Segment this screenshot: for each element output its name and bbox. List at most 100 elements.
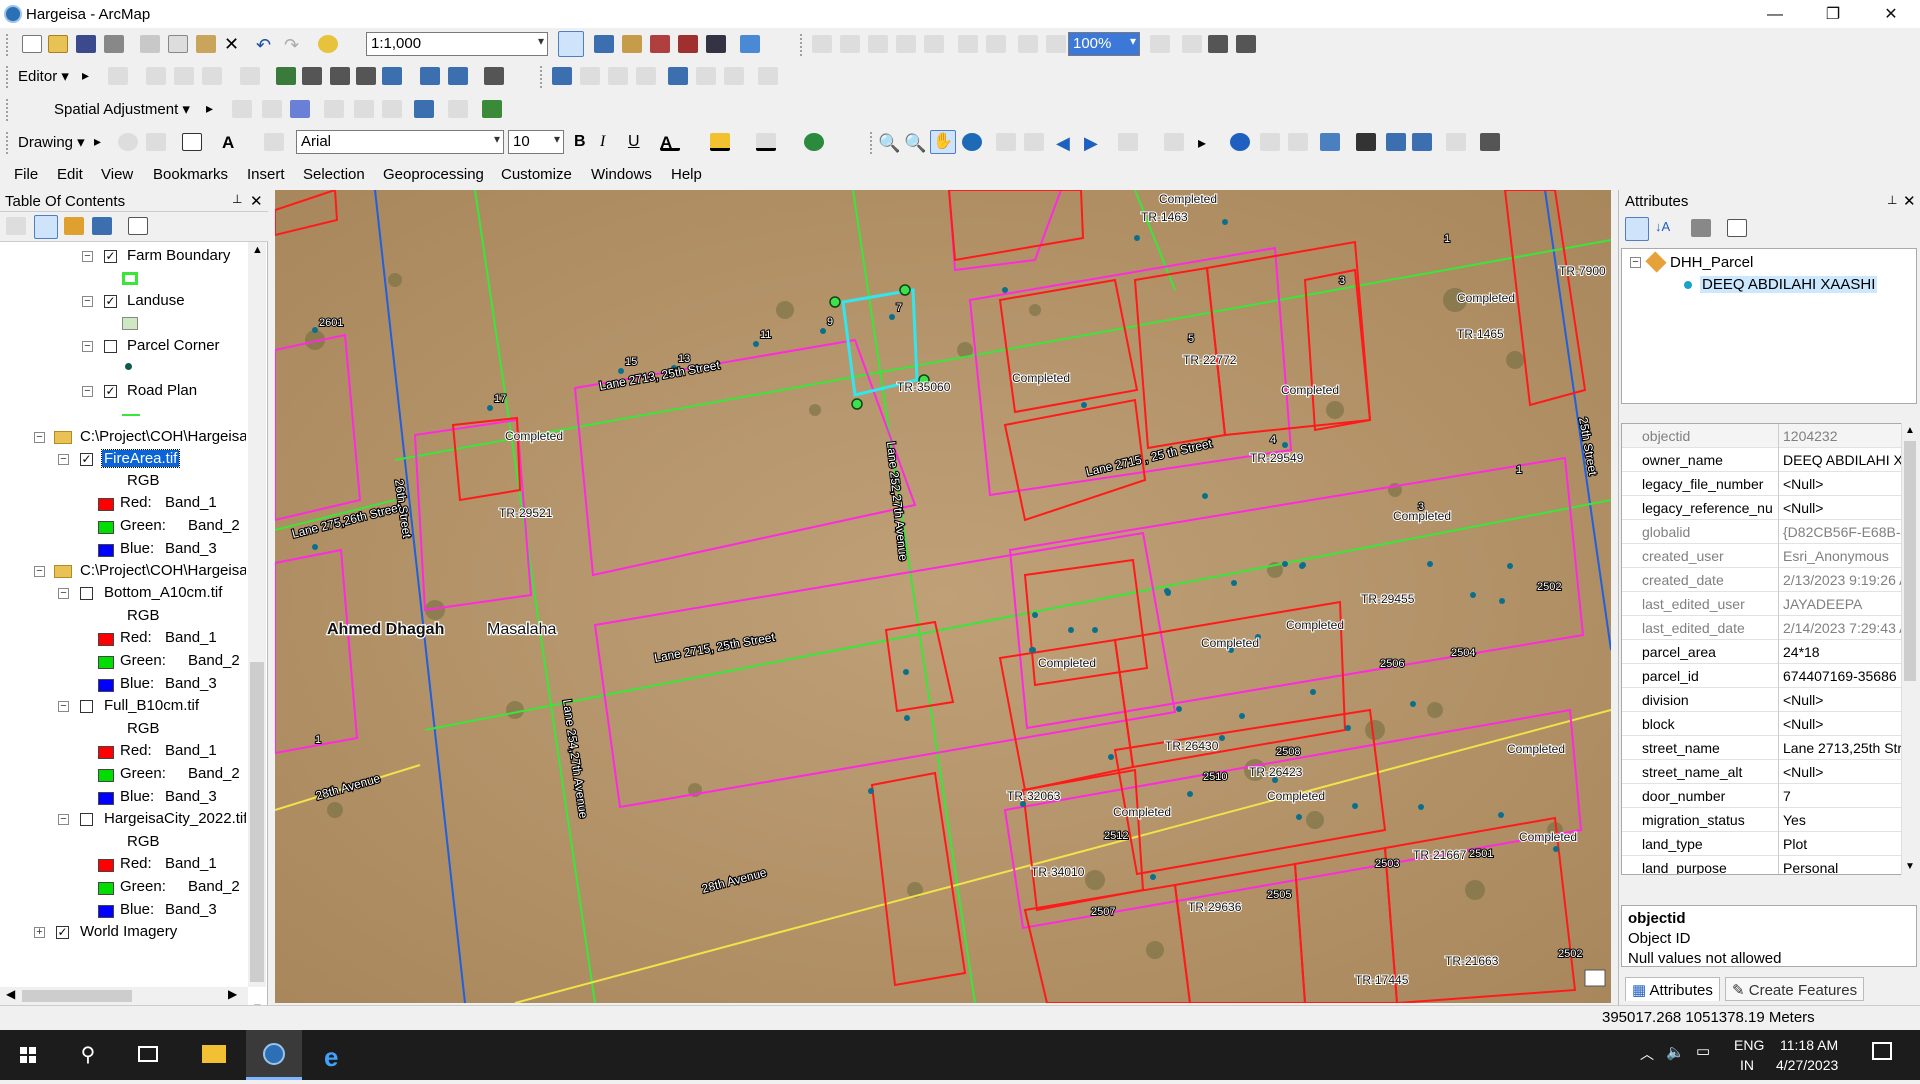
attribute-field-value[interactable]: 1204232 <box>1778 424 1906 448</box>
toolbar-grip[interactable] <box>6 132 10 154</box>
shared-features-icon[interactable] <box>724 67 744 85</box>
tab-create-features[interactable]: ✎ Create Features <box>1725 977 1865 1001</box>
attribute-field-value[interactable]: Plot <box>1778 832 1906 856</box>
menu-bookmarks[interactable]: Bookmarks <box>153 166 228 183</box>
editor-toolbar-icon[interactable] <box>558 31 584 57</box>
internet-explorer-icon[interactable]: e <box>308 1030 364 1080</box>
new-displacement-link-icon[interactable] <box>232 100 252 118</box>
attribute-row[interactable]: block <Null> <box>1622 712 1916 736</box>
zoom-out-icon[interactable]: 🔍 <box>904 133 926 153</box>
point-icon[interactable] <box>240 67 260 85</box>
scroll-right-icon[interactable]: ▶ <box>228 987 237 1001</box>
zoom-whole-page-icon[interactable] <box>896 35 916 53</box>
attribute-field-value[interactable]: DEEQ ABDILAHI XA <box>1778 448 1906 472</box>
menu-insert[interactable]: Insert <box>247 166 285 183</box>
map-scale-combo[interactable]: 1:1,000 ▾ <box>366 32 548 56</box>
attribute-row[interactable]: parcel_area 24*18 <box>1622 640 1916 664</box>
add-data-icon[interactable] <box>318 35 338 53</box>
edit-annotation-icon[interactable] <box>108 67 128 85</box>
search-icon[interactable]: ⚲ <box>60 1030 116 1080</box>
list-by-selection-icon[interactable] <box>92 217 112 235</box>
bold-button[interactable]: B <box>574 133 594 151</box>
zoom-100-icon[interactable] <box>924 35 944 53</box>
attribute-field-value[interactable]: <Null> <box>1778 496 1906 520</box>
map-view[interactable]: Lane 2713, 25th Street Lane 275,26th Str… <box>275 190 1611 1003</box>
flash-feature-icon[interactable] <box>1691 219 1711 237</box>
attribute-field-value[interactable]: <Null> <box>1778 712 1906 736</box>
tree-feature-name[interactable]: DEEQ ABDILAHI XAASHI <box>1700 276 1878 293</box>
toolbar-grip[interactable] <box>6 99 10 121</box>
close-button[interactable]: ✕ <box>1862 0 1920 30</box>
topology-edit-icon[interactable] <box>608 67 628 85</box>
start-button[interactable] <box>0 1030 56 1080</box>
rectangle-icon[interactable] <box>182 133 202 151</box>
volume-icon[interactable]: 🔈 <box>1666 1043 1685 1061</box>
toolbar-grip[interactable] <box>6 34 10 56</box>
collapse-icon[interactable]: − <box>58 454 69 465</box>
attribute-transfer-icon[interactable] <box>482 100 502 118</box>
tree-layer-name[interactable]: DHH_Parcel <box>1670 254 1753 271</box>
zoom-to-selected-elements-icon[interactable] <box>146 133 166 151</box>
select-elements-map-icon[interactable]: ▸ <box>1198 133 1218 152</box>
edit-vertices-icon[interactable] <box>276 67 296 85</box>
menu-help[interactable]: Help <box>671 166 702 183</box>
endpoint-arc-icon[interactable] <box>174 67 194 85</box>
go-forward-icon[interactable]: ▶ <box>1084 133 1104 153</box>
attribute-row[interactable]: door_number 7 <box>1622 784 1916 808</box>
validate-topology-icon[interactable] <box>636 67 656 85</box>
error-inspector-icon[interactable] <box>696 67 716 85</box>
map-topology-icon[interactable] <box>580 67 600 85</box>
layer-name-firearea-selected[interactable]: FireArea.tif <box>100 449 181 468</box>
go-back-icon[interactable]: ◀ <box>1056 133 1076 153</box>
close-icon[interactable]: ✕ <box>1903 192 1916 210</box>
language-region[interactable]: IN <box>1740 1057 1754 1073</box>
attribute-field-value[interactable]: <Null> <box>1778 688 1906 712</box>
toggle-draft-mode-icon[interactable] <box>1150 35 1170 53</box>
edit-vertices-icon[interactable] <box>264 133 284 151</box>
attribute-field-value[interactable]: 24*18 <box>1778 640 1906 664</box>
notification-center-icon[interactable] <box>1872 1042 1892 1060</box>
next-extent-icon[interactable] <box>1046 35 1066 53</box>
pin-icon[interactable]: ⊥ <box>232 192 242 206</box>
clock-date[interactable]: 4/27/2023 <box>1776 1057 1838 1073</box>
font-size-combo[interactable]: 10 ▾ <box>508 130 564 154</box>
attribute-field-value[interactable]: 2/13/2023 9:19:26 A <box>1778 568 1906 592</box>
collapse-icon[interactable]: − <box>82 251 93 262</box>
expand-icon[interactable]: + <box>34 927 45 938</box>
attribute-field-value[interactable]: 2/14/2023 7:29:43 A <box>1778 616 1906 640</box>
arcmap-taskbar-icon[interactable] <box>246 1030 302 1080</box>
menu-file[interactable]: File <box>14 166 38 183</box>
scrollbar-thumb[interactable] <box>22 990 132 1002</box>
zoom-out-fixed-icon[interactable] <box>840 35 860 53</box>
toolbar-grip[interactable] <box>800 34 804 56</box>
scroll-down-icon[interactable]: ▼ <box>1905 861 1915 872</box>
collapse-icon[interactable]: − <box>58 701 69 712</box>
line-color-icon[interactable] <box>756 133 776 151</box>
arctoolbox-icon[interactable] <box>678 35 698 53</box>
attribute-field-value[interactable]: Lane 2713,25th Stre <box>1778 736 1906 760</box>
attribute-row[interactable]: last_edited_date 2/14/2023 7:29:43 A <box>1622 616 1916 640</box>
attribute-row[interactable]: migration_status Yes <box>1622 808 1916 832</box>
menu-windows[interactable]: Windows <box>591 166 652 183</box>
delete-icon[interactable]: ✕ <box>224 35 244 53</box>
layer-checkbox-farm-boundary[interactable]: ✓ <box>104 250 117 263</box>
toc-options-icon[interactable] <box>128 217 148 235</box>
clear-limited-adjustment-icon[interactable] <box>382 100 402 118</box>
tab-attributes[interactable]: ▦ Attributes <box>1625 977 1720 1001</box>
attribute-row[interactable]: legacy_reference_nu <Null> <box>1622 496 1916 520</box>
search-window-icon[interactable] <box>650 35 670 53</box>
collapse-icon[interactable]: − <box>82 386 93 397</box>
attribute-field-value[interactable]: Esri_Anonymous <box>1778 544 1906 568</box>
zoom-in-icon[interactable]: 🔍 <box>878 133 900 153</box>
go-to-xy-icon[interactable] <box>1412 133 1432 151</box>
change-layout-icon[interactable] <box>1208 35 1228 53</box>
new-identity-link-icon[interactable] <box>324 100 344 118</box>
font-color-button[interactable]: A <box>660 133 680 152</box>
italic-button[interactable]: I <box>600 133 620 151</box>
scroll-left-icon[interactable]: ◀ <box>6 987 15 1001</box>
fixed-zoom-in-map-icon[interactable] <box>996 133 1016 151</box>
multiple-displacement-links-icon[interactable] <box>290 100 310 118</box>
reshape-feature-icon[interactable] <box>302 67 322 85</box>
redo-icon[interactable]: ↷ <box>284 35 304 55</box>
rotate-icon[interactable] <box>118 133 138 151</box>
